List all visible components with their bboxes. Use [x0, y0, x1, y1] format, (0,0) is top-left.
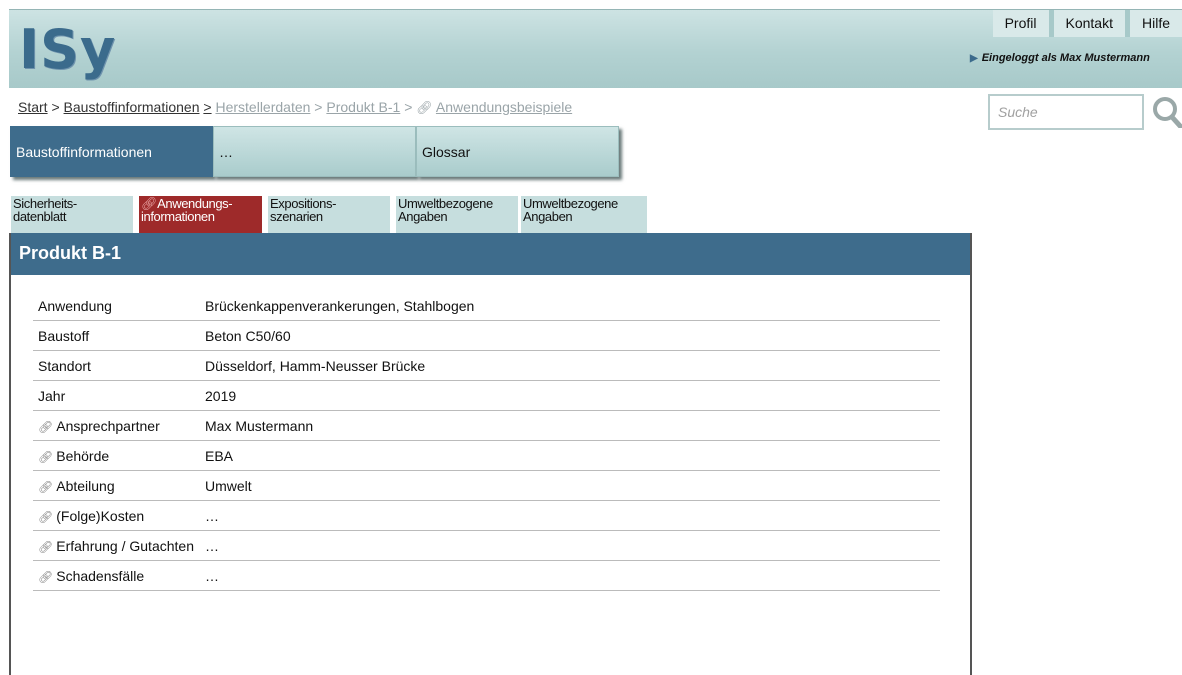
- logged-in-status: ▶ Eingeloggt als Max Mustermann: [970, 52, 1150, 64]
- row-value: Beton C50/60: [205, 328, 291, 344]
- breadcrumb-start[interactable]: Start: [18, 99, 48, 115]
- row-label-text: Standort: [38, 358, 91, 374]
- breadcrumb-separator: >: [51, 99, 60, 115]
- tab-sicherheitsdatenblatt[interactable]: Sicherheits- datenblatt: [11, 196, 133, 233]
- link-icon: 🔗︎: [38, 540, 54, 554]
- nav-kontakt[interactable]: Kontakt: [1048, 10, 1125, 37]
- nav-profil[interactable]: Profil: [992, 10, 1049, 37]
- row-label[interactable]: 🔗︎ Ansprechpartner: [33, 418, 205, 434]
- tab-label-line2: informationen: [141, 209, 215, 224]
- table-row: Anwendung Brückenkappenverankerungen, Sta…: [33, 291, 940, 321]
- row-label-text: Ansprechpartner: [56, 418, 160, 434]
- mainnav-glossar[interactable]: Glossar: [416, 126, 619, 177]
- content-panel: Produkt B-1 Anwendung Brückenkappenverank…: [9, 233, 972, 675]
- link-icon: 🔗︎: [38, 420, 54, 434]
- row-label-text: Anwendung: [38, 298, 112, 314]
- row-value: Düsseldorf, Hamm-Neusser Brücke: [205, 358, 426, 374]
- table-row: 🔗︎ Ansprechpartner Max Mustermann: [33, 411, 940, 441]
- row-value: …: [205, 538, 219, 554]
- table-row: 🔗︎ Schadensfälle…: [33, 561, 940, 591]
- mainnav-baustoffinformationen[interactable]: Baustoffinformationen: [10, 126, 213, 177]
- row-label-text: Abteilung: [56, 478, 115, 494]
- link-icon: 🔗︎: [38, 480, 54, 494]
- row-label-text: Behörde: [56, 448, 110, 464]
- tab-umweltbezogene-angaben-1[interactable]: Umweltbezogene Angaben: [396, 196, 518, 233]
- row-label[interactable]: 🔗︎ Erfahrung / Gutachten: [33, 538, 205, 554]
- link-icon: 🔗︎: [38, 570, 54, 584]
- logged-in-text: Eingeloggt als Max Mustermann: [981, 52, 1150, 64]
- row-label-text: Erfahrung / Gutachten: [56, 538, 194, 554]
- row-value: …: [205, 508, 219, 524]
- breadcrumb: Start > Baustoffinformationen > Herstell…: [18, 99, 572, 116]
- row-label-text: Schadensfälle: [56, 568, 145, 584]
- panel-title: Produkt B-1: [11, 233, 970, 275]
- table-row: 🔗︎ (Folge)Kosten…: [33, 501, 940, 531]
- row-value: Umwelt: [205, 478, 252, 494]
- details-table: Anwendung Brückenkappenverankerungen, Sta…: [33, 291, 940, 591]
- table-row: Jahr 2019: [33, 381, 940, 411]
- row-label: Anwendung: [33, 298, 205, 314]
- logo[interactable]: ISy: [19, 14, 116, 86]
- table-row: Baustoff Beton C50/60: [33, 321, 940, 351]
- arrow-right-icon: ▶: [970, 53, 978, 64]
- link-icon: 🔗︎: [38, 450, 54, 464]
- breadcrumb-produkt[interactable]: Produkt B-1: [326, 99, 400, 115]
- table-row: 🔗︎ Behörde EBA: [33, 441, 940, 471]
- tab-label-line2: szenarien: [270, 209, 323, 224]
- row-label-text: Jahr: [38, 388, 66, 404]
- table-row: 🔗︎ Erfahrung / Gutachten…: [33, 531, 940, 561]
- main-nav: Baustoffinformationen … Glossar: [10, 126, 619, 177]
- row-label[interactable]: 🔗︎ Schadensfälle: [33, 568, 205, 584]
- nav-hilfe[interactable]: Hilfe: [1124, 10, 1182, 37]
- tab-anwendungsinformationen[interactable]: 🔗︎Anwendungs- informationen: [139, 196, 262, 233]
- row-label: Jahr: [33, 388, 205, 404]
- mainnav-more[interactable]: …: [213, 126, 416, 177]
- row-label[interactable]: 🔗︎ Abteilung: [33, 478, 205, 494]
- tab-umweltbezogene-angaben-2[interactable]: Umweltbezogene Angaben: [521, 196, 647, 233]
- row-label-text: (Folge)Kosten: [56, 508, 145, 524]
- row-label-text: Baustoff: [38, 328, 90, 344]
- search-input[interactable]: Suche: [988, 94, 1144, 130]
- top-nav: Profil Kontakt Hilfe: [992, 10, 1182, 37]
- row-label: Baustoff: [33, 328, 205, 344]
- breadcrumb-herstellerdaten[interactable]: Herstellerdaten: [215, 99, 310, 115]
- breadcrumb-baustoffinformationen[interactable]: Baustoffinformationen: [64, 99, 200, 115]
- tab-expositionsszenarien[interactable]: Expositions- szenarien: [268, 196, 390, 233]
- table-row: Standort Düsseldorf, Hamm-Neusser Brücke: [33, 351, 940, 381]
- breadcrumb-separator: >: [314, 99, 323, 115]
- row-value: Max Mustermann: [205, 418, 314, 434]
- tab-label-line2: Angaben: [398, 209, 448, 224]
- row-label: Standort: [33, 358, 205, 374]
- row-value: Brückenkappenverankerungen, Stahlbogen: [205, 298, 475, 314]
- breadcrumb-separator: >: [404, 99, 413, 115]
- row-value: …: [205, 568, 219, 584]
- search-icon[interactable]: [1152, 96, 1182, 128]
- link-icon: 🔗︎: [416, 100, 433, 115]
- header: ISy Profil Kontakt Hilfe: [9, 9, 1182, 88]
- row-value: EBA: [205, 448, 234, 464]
- link-icon: 🔗︎: [38, 510, 54, 524]
- table-row: 🔗︎ Abteilung Umwelt: [33, 471, 940, 501]
- row-label[interactable]: 🔗︎ (Folge)Kosten: [33, 508, 205, 524]
- row-value: 2019: [205, 388, 237, 404]
- row-label[interactable]: 🔗︎ Behörde: [33, 448, 205, 464]
- breadcrumb-separator: >: [203, 99, 212, 115]
- tab-label-line2: datenblatt: [13, 209, 67, 224]
- breadcrumb-anwendungsbeispiele[interactable]: Anwendungsbeispiele: [436, 99, 572, 115]
- tab-label-line2: Angaben: [523, 209, 573, 224]
